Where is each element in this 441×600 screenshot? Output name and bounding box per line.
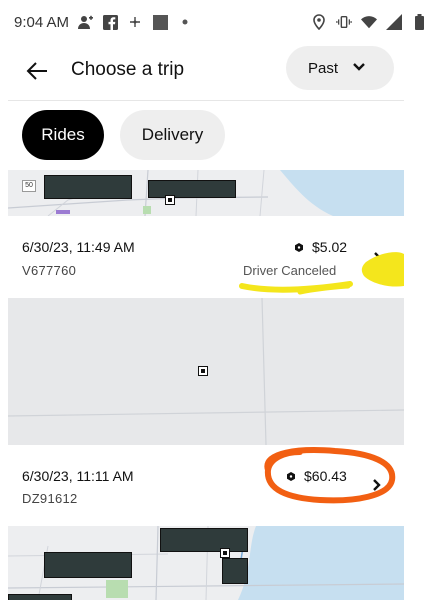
chevron-right-icon <box>373 479 381 491</box>
redaction-box <box>160 528 248 552</box>
status-time: 9:04 AM <box>14 13 70 31</box>
battery-icon <box>411 14 427 30</box>
page-title: Choose a trip <box>71 59 185 80</box>
square-icon <box>152 14 168 30</box>
redaction-box <box>44 552 132 578</box>
trip-filter-dropdown[interactable]: Past <box>286 46 394 90</box>
top-app-bar: Choose a trip Past <box>0 44 441 100</box>
trip-date: 6/30/23, 11:49 AM <box>22 239 135 255</box>
wifi-icon <box>361 14 377 30</box>
dot-icon <box>177 14 193 30</box>
trip-map-preview[interactable]: 50 <box>8 170 404 216</box>
redaction-box <box>8 594 72 600</box>
facebook-icon <box>102 14 118 30</box>
payment-icon <box>295 242 303 252</box>
location-icon <box>311 14 327 30</box>
payment-icon <box>287 471 295 481</box>
trip-id: DZ91612 <box>22 491 78 506</box>
route-shield: 50 <box>22 180 36 192</box>
vibrate-icon <box>336 14 352 30</box>
trip-price-value: $5.02 <box>312 239 348 255</box>
map-location-marker <box>198 366 208 376</box>
chevron-down-icon <box>353 63 365 71</box>
back-button[interactable] <box>24 58 50 84</box>
tab-delivery[interactable]: Delivery <box>120 110 225 160</box>
tab-rides[interactable]: Rides <box>22 110 104 160</box>
trip-price: $5.02 <box>295 239 347 255</box>
chevron-right-icon <box>374 252 382 264</box>
trip-filter-label: Past <box>308 59 339 77</box>
sparkle-icon <box>127 14 143 30</box>
trip-price: $60.43 <box>287 468 347 484</box>
trip-date: 6/30/23, 11:11 AM <box>22 468 134 484</box>
person-add-icon <box>77 14 94 30</box>
redaction-box <box>222 558 248 584</box>
trip-list-item[interactable]: 6/30/23, 11:11 AM DZ91612 $60.43 <box>8 446 404 526</box>
trip-list-item[interactable]: 6/30/23, 11:49 AM V677760 $5.02 Driver C… <box>8 217 404 298</box>
status-bar: 9:04 AM <box>0 0 441 44</box>
redaction-box <box>44 175 132 199</box>
status-right-icons <box>311 14 427 30</box>
trip-map-preview[interactable] <box>8 298 404 445</box>
map-location-marker <box>220 548 230 558</box>
redaction-box <box>148 180 236 198</box>
trip-id: V677760 <box>22 263 77 278</box>
arrow-left-icon <box>26 62 47 80</box>
trip-map-preview[interactable] <box>8 526 404 600</box>
trip-price-value: $60.43 <box>304 468 347 484</box>
header-divider <box>8 100 404 101</box>
status-left-icons <box>77 14 193 30</box>
trip-status: Driver Canceled <box>243 263 337 278</box>
cell-signal-icon <box>386 14 402 30</box>
map-location-marker <box>165 195 175 205</box>
